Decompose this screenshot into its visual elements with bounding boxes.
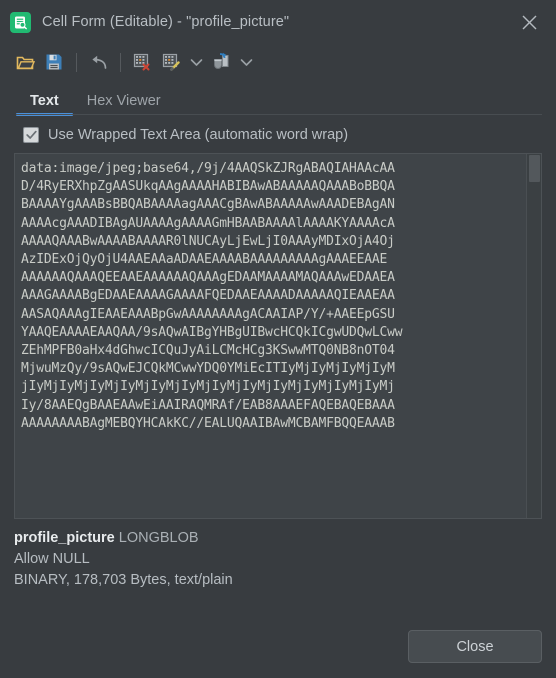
import-data-button[interactable] — [208, 49, 234, 75]
column-info: profile_picture LONGBLOB Allow NULL BINA… — [0, 519, 556, 591]
footer: Close — [408, 630, 542, 663]
save-floppy-icon — [45, 53, 63, 71]
apply-dropdown-button[interactable] — [187, 49, 205, 75]
editor-scrollbar-thumb[interactable] — [529, 155, 540, 182]
cell-form-icon — [10, 11, 31, 33]
toolbar-separator-1 — [76, 52, 77, 72]
undo-button[interactable] — [85, 49, 111, 75]
wrap-option-label: Use Wrapped Text Area (automatic word wr… — [48, 127, 349, 143]
column-info-name-type: profile_picture LONGBLOB — [14, 528, 556, 549]
pour-data-icon — [211, 53, 232, 71]
column-nullable: Allow NULL — [14, 551, 90, 567]
toolbar — [0, 44, 556, 80]
title-bar: Cell Form (Editable) - "profile_picture" — [0, 0, 556, 44]
wrap-checkbox[interactable] — [23, 127, 39, 143]
window-title: Cell Form (Editable) - "profile_picture" — [42, 14, 290, 30]
open-folder-icon — [16, 54, 35, 71]
cell-text-editor[interactable]: data:image/jpeg;base64,/9j/4AAQSkZJRgABA… — [14, 153, 542, 519]
close-button[interactable]: Close — [408, 630, 542, 663]
import-dropdown-button[interactable] — [237, 49, 255, 75]
tab-text[interactable]: Text — [16, 93, 73, 116]
undo-arrow-icon — [89, 54, 108, 71]
apply-data-button[interactable] — [158, 49, 184, 75]
toolbar-separator-2 — [120, 52, 121, 72]
tab-bar: Text Hex Viewer — [0, 80, 556, 116]
grid-delete-icon — [133, 53, 152, 71]
chevron-down-icon — [190, 58, 203, 67]
grid-edit-icon — [162, 53, 181, 71]
column-type: LONGBLOB — [118, 530, 199, 546]
tab-underline — [16, 114, 542, 115]
chevron-down-icon — [240, 58, 253, 67]
tab-hex-viewer[interactable]: Hex Viewer — [73, 93, 175, 116]
open-file-button[interactable] — [12, 49, 38, 75]
editor-scrollbar[interactable] — [526, 154, 541, 518]
set-null-button[interactable] — [129, 49, 155, 75]
column-details: BINARY, 178,703 Bytes, text/plain — [14, 572, 233, 588]
cell-text-content[interactable]: data:image/jpeg;base64,/9j/4AAQSkZJRgABA… — [15, 154, 525, 518]
save-file-button[interactable] — [41, 49, 67, 75]
wrap-option-row[interactable]: Use Wrapped Text Area (automatic word wr… — [0, 116, 556, 153]
column-name: profile_picture — [14, 530, 115, 546]
close-icon[interactable] — [512, 5, 546, 39]
